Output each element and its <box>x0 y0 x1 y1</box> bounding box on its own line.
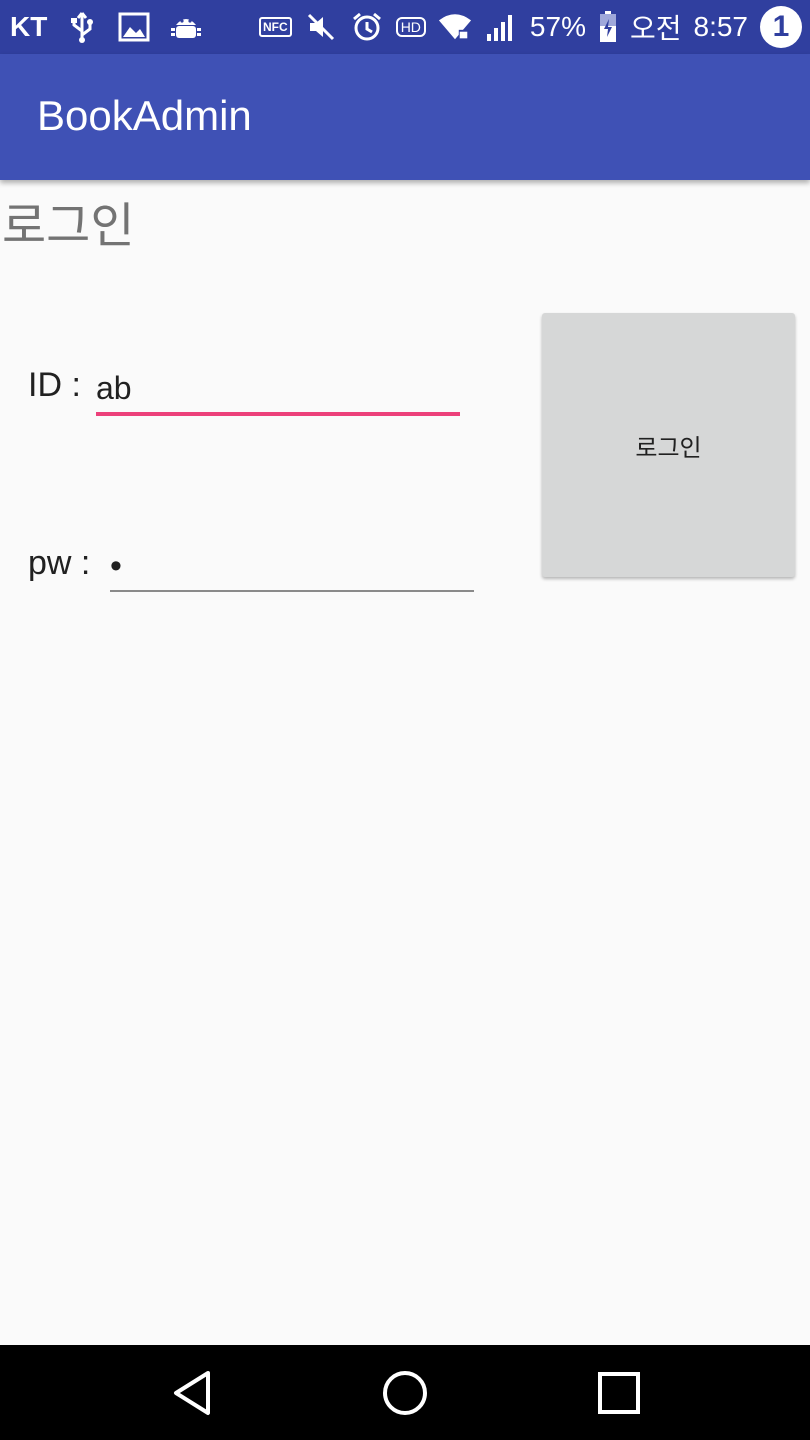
battery-charging-icon <box>598 10 618 44</box>
status-left: KT <box>10 0 203 54</box>
login-button[interactable]: 로그인 <box>542 313 795 577</box>
app-title: BookAdmin <box>37 92 252 139</box>
wifi-icon <box>438 10 472 44</box>
pw-label: pw : <box>28 544 91 582</box>
notification-count-badge: 1 <box>760 6 802 48</box>
clock-ampm: 오전 <box>629 13 682 44</box>
alarm-icon <box>350 10 384 44</box>
recent-apps-icon[interactable] <box>593 1367 645 1419</box>
status-bar: KT NFC HD 57% 오전 8:57 1 <box>0 0 810 54</box>
password-input[interactable] <box>110 542 474 592</box>
id-input[interactable] <box>96 364 460 416</box>
image-icon <box>117 10 151 44</box>
clock-time: 8:57 <box>693 11 749 42</box>
back-icon[interactable] <box>166 1367 218 1419</box>
status-right: NFC HD 57% 오전 8:57 1 <box>259 0 802 54</box>
hd-voice-icon: HD <box>395 17 426 37</box>
id-label: ID : <box>28 366 81 404</box>
page-heading: 로그인 <box>2 198 135 254</box>
nfc-icon: NFC <box>259 17 292 37</box>
carrier-label: KT <box>10 11 48 42</box>
home-icon[interactable] <box>379 1367 431 1419</box>
navigation-bar <box>0 1345 810 1440</box>
battery-percent: 57% <box>529 11 586 42</box>
usb-icon <box>65 10 99 44</box>
mute-icon <box>304 10 338 44</box>
signal-icon <box>484 10 518 44</box>
android-debug-icon <box>169 10 203 44</box>
app-bar: BookAdmin <box>0 54 810 180</box>
